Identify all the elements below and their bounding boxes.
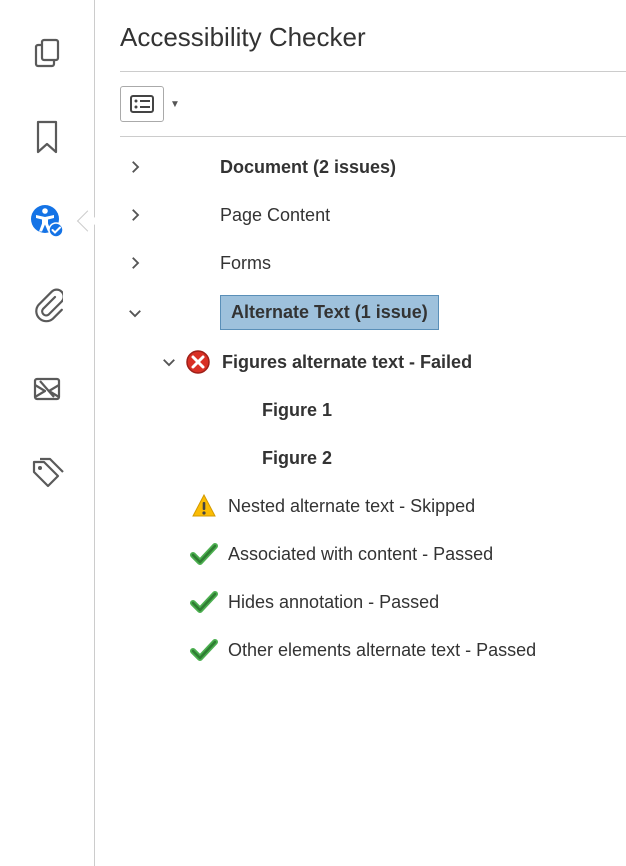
tree-label: Document (2 issues) <box>220 157 396 178</box>
tree-row-alternate-text[interactable]: Alternate Text (1 issue) <box>120 287 626 338</box>
tags-icon[interactable] <box>29 455 65 491</box>
passed-icon <box>190 636 218 664</box>
passed-icon <box>190 540 218 568</box>
chevron-right-icon[interactable] <box>120 254 150 272</box>
signature-icon[interactable] <box>29 371 65 407</box>
tree-row-document[interactable]: Document (2 issues) <box>120 143 626 191</box>
tree-label: Alternate Text (1 issue) <box>220 295 439 330</box>
panel-toolbar: ▼ <box>120 72 626 136</box>
pages-icon[interactable] <box>29 35 65 71</box>
warning-icon <box>190 492 218 520</box>
passed-icon <box>190 588 218 616</box>
tree-row-hides-passed[interactable]: Hides annotation - Passed <box>120 578 626 626</box>
tree-label: Other elements alternate text - Passed <box>228 640 536 661</box>
failed-icon <box>184 348 212 376</box>
bookmark-icon[interactable] <box>29 119 65 155</box>
tree-label: Associated with content - Passed <box>228 544 493 565</box>
tree-label: Nested alternate text - Skipped <box>228 496 475 517</box>
tree-row-figures-failed[interactable]: Figures alternate text - Failed <box>120 338 626 386</box>
tree-label: Figure 2 <box>262 448 332 469</box>
tree-label: Figures alternate text - Failed <box>222 352 472 373</box>
tree-label: Figure 1 <box>262 400 332 421</box>
tree-row-forms[interactable]: Forms <box>120 239 626 287</box>
dropdown-caret-icon[interactable]: ▼ <box>170 99 180 110</box>
tree-label: Hides annotation - Passed <box>228 592 439 613</box>
tree-label: Forms <box>220 253 271 274</box>
tree-row-figure-1[interactable]: Figure 1 <box>120 386 626 434</box>
accessibility-panel: Accessibility Checker ▼ Document (2 issu… <box>95 0 626 866</box>
chevron-down-icon[interactable] <box>154 353 184 371</box>
panel-title: Accessibility Checker <box>120 22 626 53</box>
tree-row-associated-passed[interactable]: Associated with content - Passed <box>120 530 626 578</box>
chevron-right-icon[interactable] <box>120 206 150 224</box>
navigation-sidebar <box>0 0 95 866</box>
results-tree: Document (2 issues) Page Content Forms A… <box>120 137 626 674</box>
tree-row-nested-skipped[interactable]: Nested alternate text - Skipped <box>120 482 626 530</box>
chevron-down-icon[interactable] <box>120 304 150 322</box>
tree-row-page-content[interactable]: Page Content <box>120 191 626 239</box>
tree-row-other-passed[interactable]: Other elements alternate text - Passed <box>120 626 626 674</box>
attachment-icon[interactable] <box>29 287 65 323</box>
accessibility-icon[interactable] <box>29 203 65 239</box>
options-button[interactable] <box>120 86 164 122</box>
tree-label: Page Content <box>220 205 330 226</box>
chevron-right-icon[interactable] <box>120 158 150 176</box>
tree-row-figure-2[interactable]: Figure 2 <box>120 434 626 482</box>
